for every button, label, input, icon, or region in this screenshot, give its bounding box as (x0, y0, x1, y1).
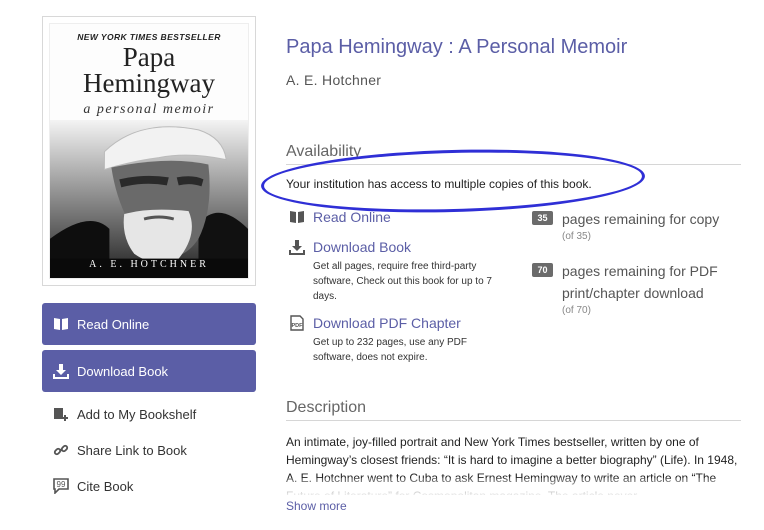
pdf-count-badge: 70 (532, 263, 553, 277)
show-more-link[interactable]: Show more (286, 499, 347, 513)
option-download-pdf-chapter[interactable]: PDF Download PDF Chapter Get up to 232 p… (288, 314, 498, 365)
book-icon (52, 315, 70, 333)
copy-quota: 35 pages remaining for copy (of 35) (532, 208, 742, 242)
bookshelf-add-icon (52, 405, 70, 423)
pdf-icon: PDF (288, 314, 306, 332)
option-download-book[interactable]: Download Book Get all pages, require fre… (288, 238, 498, 304)
pdf-quota-label: pages remaining for PDF print/chapter do… (562, 263, 718, 301)
download-pdf-chapter-link[interactable]: Download PDF Chapter (313, 315, 461, 331)
read-online-button[interactable]: Read Online (42, 303, 256, 345)
copy-quota-total: (of 35) (562, 231, 591, 242)
pdf-quota: 70 pages remaining for PDF print/chapter… (532, 260, 742, 316)
cover-title-line1: Papa (122, 42, 176, 72)
copy-count-badge: 35 (532, 211, 553, 225)
download-icon (52, 362, 70, 380)
book-author[interactable]: A. E. Hotchner (286, 72, 381, 88)
cite-book-label: Cite Book (77, 478, 134, 494)
cover-subtitle: a personal memoir (83, 102, 215, 117)
description-divider (286, 420, 741, 421)
add-to-bookshelf-label: Add to My Bookshelf (77, 406, 197, 422)
cover-portrait-photo (50, 120, 248, 278)
option-read-online[interactable]: Read Online (288, 208, 391, 226)
cover-banner: NEW YORK TIMES BESTSELLER (77, 32, 221, 42)
read-online-label: Read Online (77, 316, 150, 332)
book-cover: NEW YORK TIMES BESTSELLER Papa Hemingway… (42, 16, 256, 286)
book-title: Papa Hemingway : A Personal Memoir (286, 36, 628, 58)
share-link-label: Share Link to Book (77, 442, 187, 458)
quote-icon: 99 (52, 477, 70, 495)
link-icon (52, 441, 70, 459)
download-pdf-description: Get up to 232 pages, use any PDF softwar… (313, 337, 467, 363)
book-icon (288, 208, 306, 226)
cover-author: A. E. HOTCHNER (89, 259, 209, 270)
description-heading: Description (286, 399, 367, 416)
download-book-link[interactable]: Download Book (313, 239, 411, 255)
copy-quota-label: pages remaining for copy (562, 211, 720, 227)
download-book-description: Get all pages, require free third-party … (313, 261, 492, 302)
svg-text:99: 99 (57, 480, 66, 489)
add-to-bookshelf-link[interactable]: Add to My Bookshelf (52, 405, 196, 423)
share-link-link[interactable]: Share Link to Book (52, 441, 187, 459)
description-fade (286, 478, 742, 496)
download-book-label: Download Book (77, 363, 169, 379)
svg-text:PDF: PDF (292, 323, 304, 329)
cover-image: NEW YORK TIMES BESTSELLER Papa Hemingway… (49, 23, 249, 279)
cover-title-line2: Hemingway (83, 68, 215, 98)
cite-book-link[interactable]: 99 Cite Book (52, 477, 133, 495)
download-book-button[interactable]: Download Book (42, 350, 256, 392)
download-icon (288, 238, 306, 256)
read-online-link[interactable]: Read Online (313, 209, 391, 225)
pdf-quota-total: (of 70) (562, 305, 591, 316)
